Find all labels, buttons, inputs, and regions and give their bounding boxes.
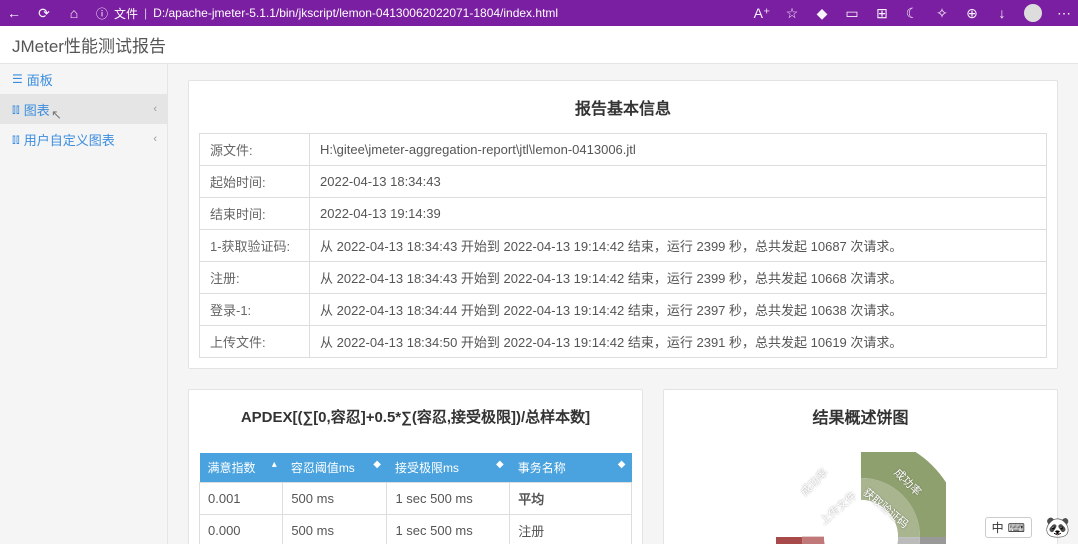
downloads-icon[interactable]: ↓ [994,5,1010,21]
table-row: 0.001500 ms1 sec 500 ms平均 [200,483,632,515]
refresh-icon[interactable]: ⟳ [36,5,52,21]
more-icon[interactable]: ⋯ [1056,5,1072,21]
home-icon[interactable]: ⌂ [66,5,82,21]
info-panel: 报告基本信息 源文件:H:\gitee\jmeter-aggregation-r… [188,80,1058,369]
assistant-icon[interactable]: 🐼 [1045,515,1070,540]
star-icon[interactable]: ☆ [784,5,800,21]
back-icon[interactable]: ← [6,5,22,21]
page-header: JMeter性能测试报告 [0,26,1078,64]
chevron-left-icon: ‹ [153,103,157,115]
chart-icon: ⫾⫾ [12,102,20,117]
apdex-panel: APDEX[(∑[0,容忍]+0.5*∑(容忍,接受极限])/总样本数] 满意指… [188,389,643,544]
table-row: 登录-1:从 2022-04-13 18:34:44 开始到 2022-04-1… [200,294,1047,326]
table-row: 源文件:H:\gitee\jmeter-aggregation-report\j… [200,134,1047,166]
pie-title: 结果概述饼图 [664,390,1057,442]
sidebar-item-label: 图表 [24,100,50,119]
ime-indicator[interactable]: 中⌨ [985,517,1032,538]
main-content: 报告基本信息 源文件:H:\gitee\jmeter-aggregation-r… [168,64,1078,544]
browser-toolbar: ← ⟳ ⌂ ⓘ 文件 | D:/apache-jmeter-5.1.1/bin/… [0,0,1078,26]
sort-icon: ▴ [272,459,277,470]
info-icon: ⓘ [96,5,108,22]
table-row: 起始时间:2022-04-13 18:34:43 [200,166,1047,198]
col-header[interactable]: 容忍阈值ms◆ [283,453,387,483]
sort-icon: ◆ [618,459,626,470]
collections-icon[interactable]: ⊕ [964,5,980,21]
sidebar-item-custom-charts[interactable]: ⫾⫾ 用户自定义图表 ‹ [0,124,167,154]
profile-avatar[interactable] [1024,4,1042,22]
apdex-table: 满意指数▴ 容忍阈值ms◆ 接受极限ms◆ 事务名称◆ 0.001500 ms1… [199,453,632,544]
sidebar-item-dashboard[interactable]: ☰ 面板 [0,64,167,94]
chevron-left-icon: ‹ [153,133,157,145]
read-aloud-icon[interactable]: A⁺ [754,5,770,21]
shield-icon[interactable]: ◆ [814,5,830,21]
table-row: 注册:从 2022-04-13 18:34:43 开始到 2022-04-13 … [200,262,1047,294]
page-title: JMeter性能测试报告 [12,32,166,57]
sidebar-item-charts[interactable]: ⫾⫾ 图表 ‹ [0,94,167,124]
table-row: 结束时间:2022-04-13 19:14:39 [200,198,1047,230]
url-scheme-label: 文件 [114,5,138,22]
favorites-icon[interactable]: ✧ [934,5,950,21]
sidebar: ☰ 面板 ⫾⫾ 图表 ‹ ⫾⫾ 用户自定义图表 ‹ [0,64,168,544]
apdex-title: APDEX[(∑[0,容忍]+0.5*∑(容忍,接受极限])/总样本数] [189,390,642,443]
dashboard-icon: ☰ [12,72,23,86]
sort-icon: ◆ [373,459,381,470]
url-text: D:/apache-jmeter-5.1.1/bin/jkscript/lemo… [153,6,558,20]
info-table: 源文件:H:\gitee\jmeter-aggregation-report\j… [199,133,1047,358]
col-header[interactable]: 事务名称◆ [510,453,632,483]
col-header[interactable]: 满意指数▴ [200,453,283,483]
chart-icon: ⫾⫾ [12,132,20,147]
sidebar-item-label: 面板 [27,70,53,89]
table-row: 1-获取验证码:从 2022-04-13 18:34:43 开始到 2022-0… [200,230,1047,262]
extensions-icon[interactable]: ☾ [904,5,920,21]
grid-icon[interactable]: ⊞ [874,5,890,21]
table-row: 0.000500 ms1 sec 500 ms注册 [200,515,632,544]
chat-icon[interactable]: ▭ [844,5,860,21]
info-panel-title: 报告基本信息 [189,81,1057,133]
url-separator: | [144,6,147,20]
keyboard-icon: ⌨ [1008,521,1025,535]
pie-chart[interactable]: 上传文件 获取验证码 注册 登录-1 成功率 成功率 成功率 成功率 [776,452,946,544]
col-header[interactable]: 接受极限ms◆ [387,453,510,483]
sidebar-item-label: 用户自定义图表 [24,130,115,149]
sort-icon: ◆ [496,459,504,470]
table-row: 上传文件:从 2022-04-13 18:34:50 开始到 2022-04-1… [200,326,1047,358]
address-bar[interactable]: ⓘ 文件 | D:/apache-jmeter-5.1.1/bin/jkscri… [96,5,558,22]
